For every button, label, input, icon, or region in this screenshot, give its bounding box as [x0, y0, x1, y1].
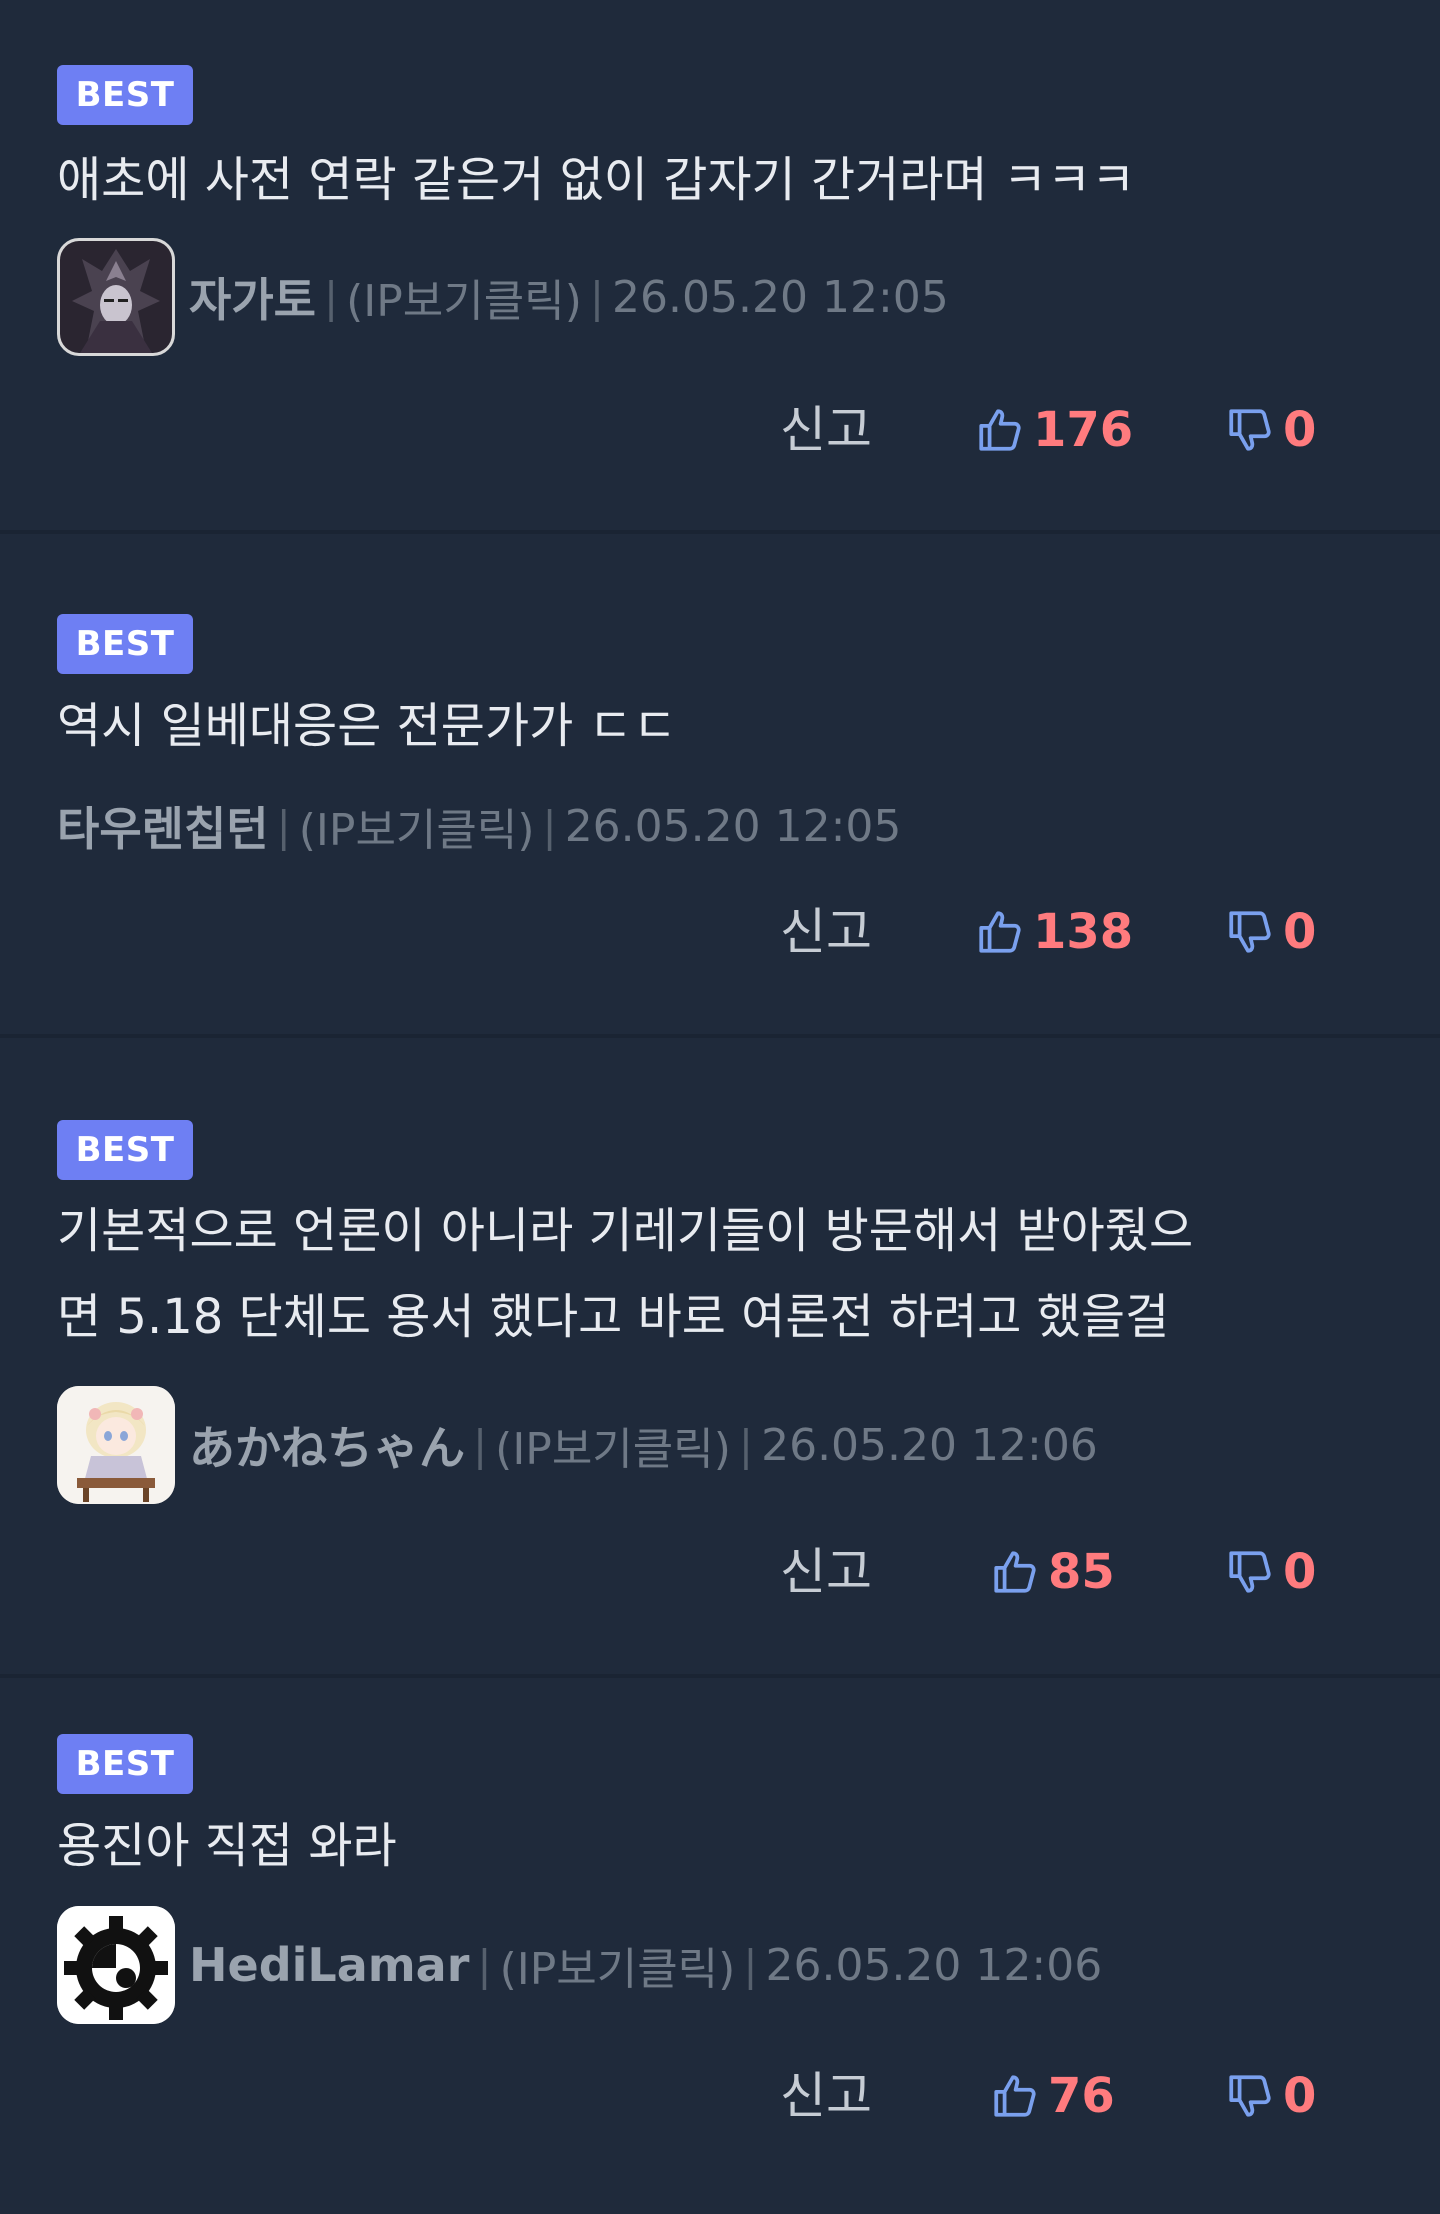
like-button[interactable]: 85: [990, 1532, 1115, 1612]
thumbs-down-icon: [1229, 2075, 1271, 2117]
report-button[interactable]: 신고: [780, 390, 872, 470]
thumbs-up-icon: [979, 911, 1021, 953]
like-button[interactable]: 176: [975, 390, 1133, 470]
comment-text: 애초에 사전 연락 같은거 없이 갑자기 간거라며 ㅋㅋㅋ: [57, 152, 1136, 208]
comment-text: 역시 일베대응은 전문가가 ㄷㄷ: [57, 698, 677, 754]
meta-separator: |: [473, 1420, 488, 1470]
meta-separator: |: [589, 272, 605, 322]
meta-separator: |: [276, 801, 291, 851]
report-button[interactable]: 신고: [780, 2056, 872, 2136]
report-button[interactable]: 신고: [780, 1532, 872, 1612]
dislike-button[interactable]: 0: [1225, 1532, 1316, 1612]
comment-meta: あかねちゃん | (IP보기클릭) | 26.05.20 12:06: [57, 1385, 1098, 1505]
comment-actions: 신고 176 0: [0, 390, 1440, 470]
meta-separator: |: [542, 801, 557, 851]
like-count: 76: [1048, 2068, 1115, 2124]
ip-view-link[interactable]: (IP보기클릭): [500, 1933, 736, 1997]
comment-text: 용진아 직접 와라: [57, 1818, 397, 1874]
dislike-button[interactable]: 0: [1225, 2056, 1316, 2136]
comment-item: BEST 용진아 직접 와라 HediLamar | (IP보기클릭) | 26…: [0, 1678, 1440, 2214]
ip-view-link[interactable]: (IP보기클릭): [346, 265, 582, 329]
best-badge: BEST: [57, 614, 193, 674]
comment-item: BEST 애초에 사전 연락 같은거 없이 갑자기 간거라며 ㅋㅋㅋ 자가토 |…: [0, 0, 1440, 530]
dislike-count: 0: [1283, 1544, 1317, 1600]
comment-actions: 신고 76 0: [0, 2056, 1440, 2136]
like-count: 138: [1033, 904, 1134, 960]
best-badge: BEST: [57, 1120, 193, 1180]
dislike-count: 0: [1283, 904, 1317, 960]
comment-date: 26.05.20 12:06: [765, 1939, 1103, 1991]
like-count: 176: [1033, 402, 1134, 458]
thumbs-down-icon: [1229, 1551, 1271, 1593]
dark-knight-avatar[interactable]: [57, 238, 175, 356]
comment-actions: 신고 85 0: [0, 1532, 1440, 1612]
comment-meta: 자가토 | (IP보기클릭) | 26.05.20 12:05: [57, 237, 949, 357]
thumbs-up-icon: [994, 2075, 1036, 2117]
comment-text: 기본적으로 언론이 아니라 기레기들이 방문해서 받아줬으 면 5.18 단체도…: [57, 1203, 1194, 1345]
gear-avatar[interactable]: [57, 1906, 175, 2024]
thumbs-down-icon: [1229, 911, 1271, 953]
like-button[interactable]: 138: [975, 892, 1133, 972]
dislike-button[interactable]: 0: [1225, 892, 1316, 972]
comment-actions: 신고 138 0: [0, 892, 1440, 972]
thumbs-up-icon: [979, 409, 1021, 451]
author-name[interactable]: 자가토: [189, 264, 316, 330]
report-button[interactable]: 신고: [780, 892, 872, 972]
best-comment-list: BEST 애초에 사전 연락 같은거 없이 갑자기 간거라며 ㅋㅋㅋ 자가토 |…: [0, 0, 1440, 2214]
author-name[interactable]: あかねちゃん: [189, 1412, 465, 1478]
comment-item: BEST 역시 일베대응은 전문가가 ㄷㄷ 타우렌칩턴 | (IP보기클릭) |…: [0, 534, 1440, 1034]
dislike-count: 0: [1283, 402, 1317, 458]
thumbs-down-icon: [1229, 409, 1271, 451]
anime-girl-avatar[interactable]: [57, 1386, 175, 1504]
thumbs-up-icon: [994, 1551, 1036, 1593]
ip-view-link[interactable]: (IP보기클릭): [495, 1413, 731, 1477]
comment-meta: HediLamar | (IP보기클릭) | 26.05.20 12:06: [57, 1905, 1102, 2025]
author-name[interactable]: HediLamar: [189, 1938, 469, 1992]
comment-item: BEST 기본적으로 언론이 아니라 기레기들이 방문해서 받아줬으 면 5.1…: [0, 1038, 1440, 1674]
meta-separator: |: [743, 1940, 758, 1990]
author-name[interactable]: 타우렌칩턴: [57, 793, 269, 859]
best-badge: BEST: [57, 65, 193, 125]
meta-separator: |: [738, 1420, 754, 1470]
comment-date: 26.05.20 12:05: [612, 271, 949, 323]
dislike-button[interactable]: 0: [1225, 390, 1316, 470]
meta-separator: |: [323, 272, 339, 322]
comment-date: 26.05.20 12:05: [564, 800, 902, 852]
ip-view-link[interactable]: (IP보기클릭): [299, 794, 535, 858]
meta-separator: |: [477, 1940, 492, 1990]
like-button[interactable]: 76: [990, 2056, 1115, 2136]
comment-date: 26.05.20 12:06: [761, 1419, 1098, 1471]
best-badge: BEST: [57, 1734, 193, 1794]
like-count: 85: [1048, 1544, 1115, 1600]
comment-meta: 타우렌칩턴 | (IP보기클릭) | 26.05.20 12:05: [57, 766, 901, 886]
dislike-count: 0: [1283, 2068, 1317, 2124]
